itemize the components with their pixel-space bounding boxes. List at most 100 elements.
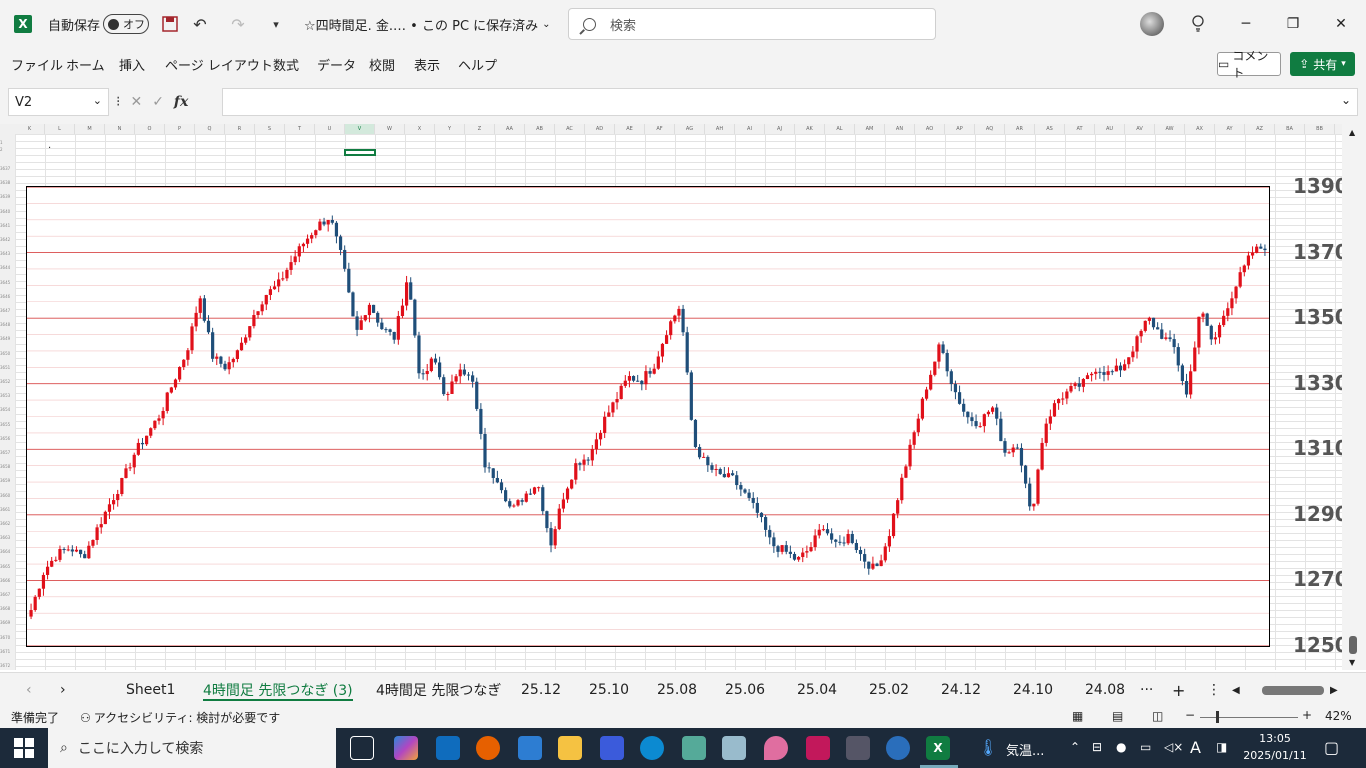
notifications-icon[interactable]: ▢	[1324, 738, 1339, 757]
media-player-icon[interactable]	[600, 736, 624, 760]
outlook-icon[interactable]	[436, 736, 460, 760]
column-header[interactable]: Y	[435, 124, 465, 134]
column-header[interactable]: AK	[795, 124, 825, 134]
tab-data[interactable]: データ	[317, 48, 356, 80]
column-header[interactable]: AO	[915, 124, 945, 134]
formula-input[interactable]: ⌄	[222, 88, 1358, 116]
row-header[interactable]: 3670	[0, 635, 15, 640]
row-header[interactable]: 3672	[0, 663, 15, 668]
column-header[interactable]: AQ	[975, 124, 1005, 134]
row-header[interactable]: 3667	[0, 592, 15, 597]
row-header[interactable]: 3643	[0, 251, 15, 256]
column-header[interactable]: AV	[1125, 124, 1155, 134]
row-header[interactable]: 3650	[0, 351, 15, 356]
sheet-tab[interactable]: 24.08	[1085, 673, 1125, 707]
app-icon[interactable]	[846, 736, 870, 760]
column-header[interactable]: AT	[1065, 124, 1095, 134]
zoom-level[interactable]: 42%	[1325, 709, 1352, 723]
horizontal-scroll-thumb[interactable]	[1262, 686, 1324, 695]
expand-formula-icon[interactable]: ⌄	[1341, 93, 1351, 107]
row-header[interactable]: 3663	[0, 535, 15, 540]
document-title[interactable]: ☆四時間足. 金.… • この PC に保存済み ⌄	[304, 0, 551, 48]
excel-taskbar-icon[interactable]: X	[926, 736, 950, 760]
copilot-icon[interactable]	[394, 736, 418, 760]
zoom-in-icon[interactable]: +	[1302, 708, 1312, 722]
column-header[interactable]: N	[105, 124, 135, 134]
column-header[interactable]: AG	[675, 124, 705, 134]
hpb-icon[interactable]	[806, 736, 830, 760]
column-header[interactable]: P	[165, 124, 195, 134]
enter-icon[interactable]: ✓	[152, 94, 164, 110]
row-header[interactable]: 3649	[0, 336, 15, 341]
tab-help[interactable]: ヘルプ	[458, 48, 497, 80]
column-header[interactable]: AR	[1005, 124, 1035, 134]
column-header[interactable]: AS	[1035, 124, 1065, 134]
name-box[interactable]: V2 ⌄	[8, 88, 109, 116]
lightbulb-icon[interactable]	[1186, 0, 1210, 48]
tab-insert[interactable]: 挿入	[119, 48, 145, 80]
column-header[interactable]: AJ	[765, 124, 795, 134]
scroll-down-icon[interactable]: ▼	[1349, 658, 1355, 667]
column-header[interactable]: AI	[735, 124, 765, 134]
sheet-tab[interactable]: 25.04	[797, 673, 837, 707]
ime-icon[interactable]: ◨	[1216, 740, 1227, 754]
tray-app-icon[interactable]: ●	[1116, 740, 1126, 754]
taskbar-search[interactable]: ⌕ ここに入力して検索	[48, 728, 336, 768]
column-header[interactable]: V	[345, 124, 375, 134]
page-break-view-icon[interactable]: ◫	[1152, 709, 1163, 723]
sheet-tab[interactable]: 4時間足 先限つなぎ	[376, 673, 501, 707]
tab-page-layout[interactable]: ページ レイアウト	[165, 48, 273, 80]
candlestick-chart[interactable]	[26, 186, 1270, 647]
add-sheet-button[interactable]: +	[1172, 673, 1185, 707]
network-icon[interactable]: ⊟	[1092, 740, 1102, 754]
minimize-button[interactable]: ─	[1223, 0, 1269, 48]
row-header[interactable]: 3657	[0, 450, 15, 455]
insert-function-icon[interactable]: fx	[174, 94, 188, 110]
row-header[interactable]: 3662	[0, 521, 15, 526]
column-header[interactable]: AA	[495, 124, 525, 134]
app-globe-icon[interactable]	[886, 736, 910, 760]
column-header[interactable]: M	[75, 124, 105, 134]
more-options-icon[interactable]: ⁝	[116, 94, 120, 110]
clock-time[interactable]: 13:05	[1250, 732, 1300, 745]
ime-mode-icon[interactable]: A	[1190, 738, 1201, 757]
sheet-tab[interactable]: 24.12	[941, 673, 981, 707]
more-tabs-icon[interactable]: ···	[1140, 673, 1153, 707]
row-header[interactable]: 1	[0, 140, 15, 145]
column-header[interactable]: BB	[1305, 124, 1335, 134]
column-header[interactable]: BA	[1275, 124, 1305, 134]
row-header[interactable]: 3637	[0, 166, 15, 171]
tab-home[interactable]: ホーム	[66, 48, 105, 80]
row-header[interactable]: 3656	[0, 436, 15, 441]
clock-date[interactable]: 2025/01/11	[1238, 749, 1312, 762]
column-header[interactable]: AF	[645, 124, 675, 134]
column-header[interactable]: X	[405, 124, 435, 134]
row-header[interactable]: 3665	[0, 564, 15, 569]
row-header[interactable]: 2	[0, 147, 15, 152]
row-header[interactable]: 3669	[0, 620, 15, 625]
windows-start-icon[interactable]	[14, 738, 34, 762]
tab-file[interactable]: ファイル	[11, 48, 63, 80]
store-icon[interactable]	[518, 736, 542, 760]
sheet-tab[interactable]: 25.06	[725, 673, 765, 707]
volume-icon[interactable]: ◁×	[1164, 740, 1183, 754]
vertical-scrollbar[interactable]: ▲ ▼	[1342, 124, 1366, 670]
row-header[interactable]: 3655	[0, 422, 15, 427]
cancel-icon[interactable]: ✕	[130, 94, 142, 110]
tab-scroll-right-icon[interactable]: ›	[60, 673, 66, 707]
column-header[interactable]: Z	[465, 124, 495, 134]
accessibility-status[interactable]: ⚇ アクセシビリティ: 検討が必要です	[80, 709, 280, 726]
sheet-tab[interactable]: 25.12	[521, 673, 561, 707]
column-header[interactable]: U	[315, 124, 345, 134]
sheet-tab-active[interactable]: 4時間足 先限つなぎ (3)	[203, 673, 353, 707]
column-header[interactable]: AU	[1095, 124, 1125, 134]
share-button[interactable]: ⇪ 共有 ▾	[1290, 52, 1355, 76]
page-layout-view-icon[interactable]: ▤	[1112, 709, 1123, 723]
row-header[interactable]: 3671	[0, 649, 15, 654]
column-header[interactable]: L	[45, 124, 75, 134]
search-box[interactable]: 検索	[568, 8, 936, 40]
battery-icon[interactable]: ▭	[1140, 740, 1151, 754]
normal-view-icon[interactable]: ▦	[1072, 709, 1083, 723]
column-header[interactable]: AP	[945, 124, 975, 134]
firefox-icon[interactable]	[476, 736, 500, 760]
